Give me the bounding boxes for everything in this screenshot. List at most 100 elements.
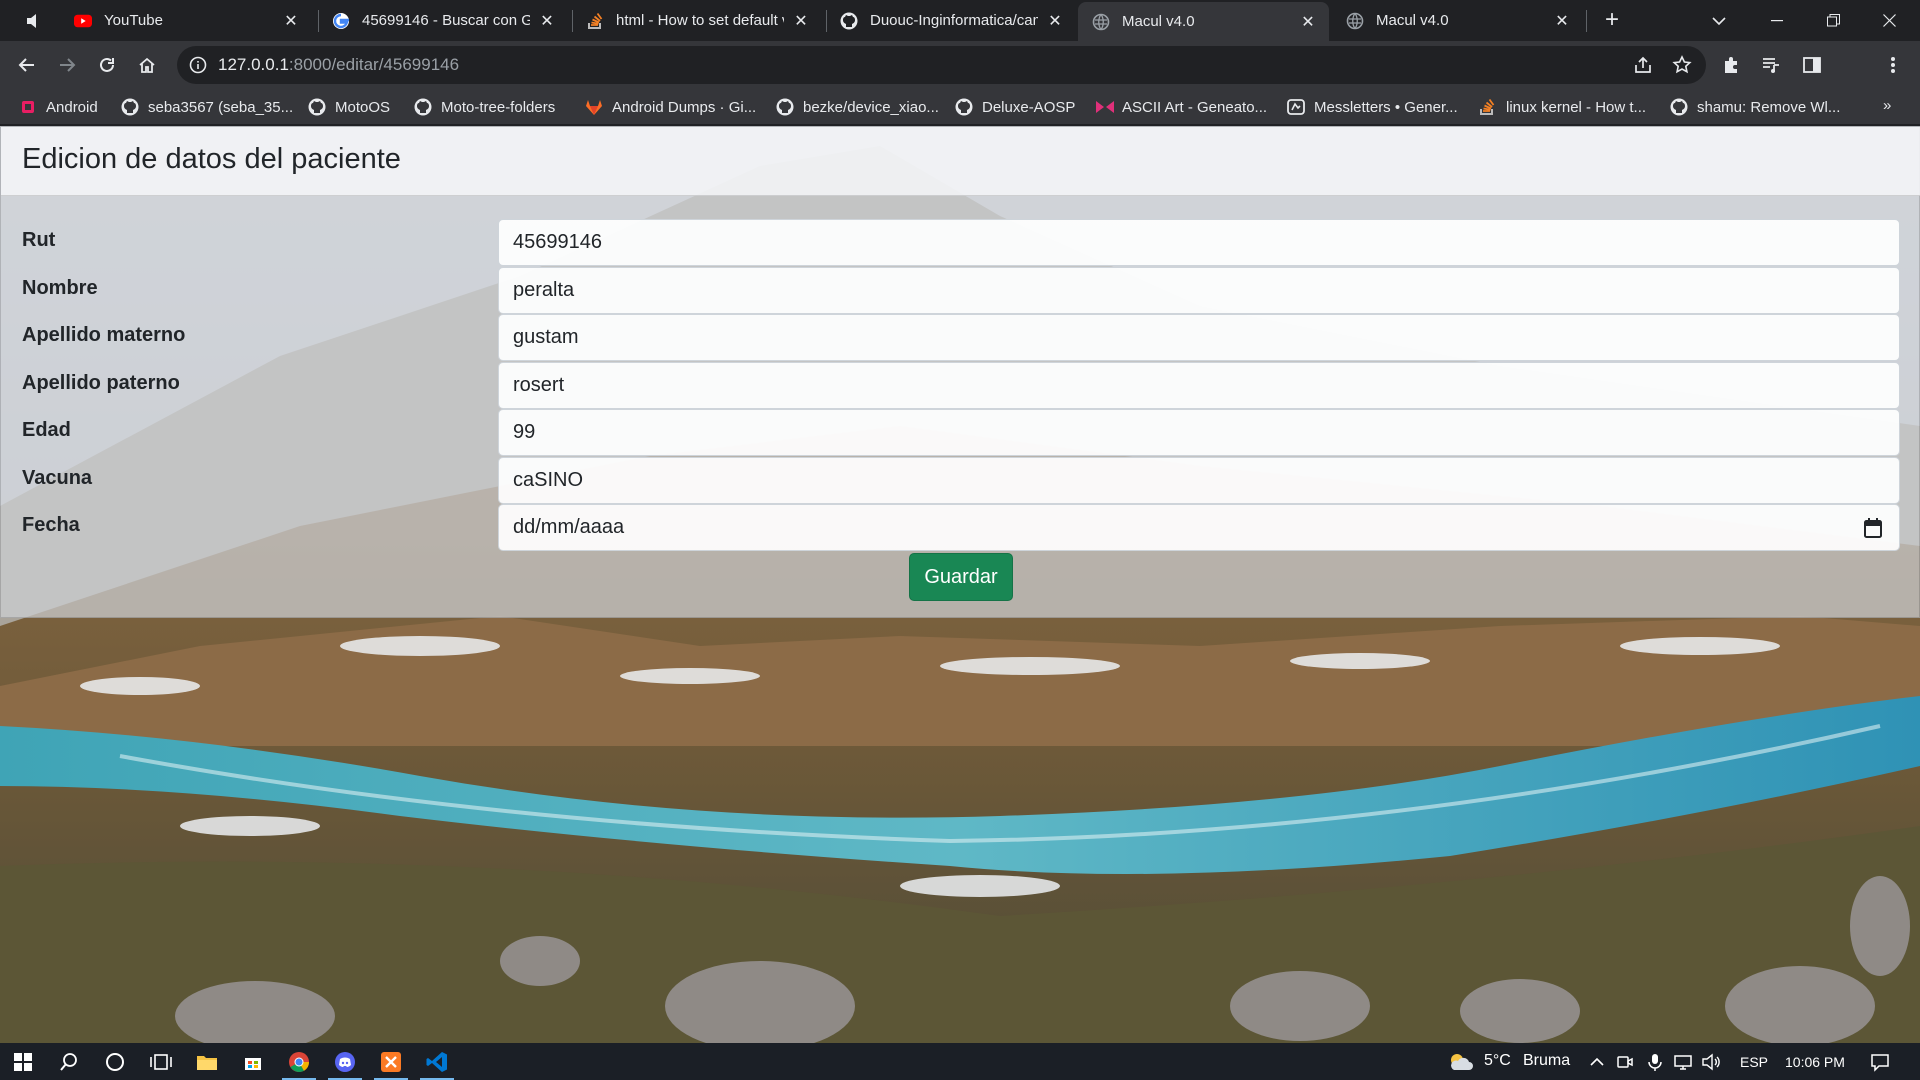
edad-label: Edad xyxy=(22,419,71,441)
microsoft-store-icon[interactable] xyxy=(230,1043,276,1080)
microphone-icon[interactable] xyxy=(1645,1052,1665,1072)
minimize-window-button[interactable] xyxy=(1749,0,1805,41)
close-tab-icon[interactable]: ✕ xyxy=(1046,12,1064,30)
close-tab-icon[interactable]: ✕ xyxy=(538,12,556,30)
nombre-input[interactable]: peralta xyxy=(498,267,1900,314)
bookmark-star-icon[interactable] xyxy=(1672,55,1692,75)
task-view-icon[interactable] xyxy=(138,1043,184,1080)
bookmark-label: Android Dumps · Gi... xyxy=(612,98,757,116)
calendar-icon[interactable] xyxy=(1863,517,1883,539)
bookmark-seba3567[interactable]: seba3567 (seba_35... xyxy=(121,95,293,119)
discord-icon[interactable] xyxy=(322,1043,368,1080)
tab-title: YouTube xyxy=(104,12,163,29)
edit-patient-card: Edicion de datos del paciente Rut 456991… xyxy=(0,126,1920,618)
tab-github-duouc[interactable]: Duouc-Inginformatica/campus ✕ xyxy=(826,0,1076,41)
windows-start-icon[interactable] xyxy=(0,1043,46,1080)
speaker-icon[interactable] xyxy=(24,11,44,31)
media-queue-icon[interactable] xyxy=(1759,53,1783,77)
tab-separator xyxy=(1586,10,1587,32)
bookmark-label: Messletters • Gener... xyxy=(1314,98,1458,116)
tab-youtube[interactable]: YouTube ✕ xyxy=(60,0,312,41)
bookmark-android-dumps[interactable]: Android Dumps · Gi... xyxy=(585,95,756,119)
tab-stackoverflow[interactable]: html - How to set default value ✕ xyxy=(572,0,822,41)
vacuna-label: Vacuna xyxy=(22,467,93,489)
close-tab-icon[interactable]: ✕ xyxy=(1299,13,1317,31)
nombre-label: Nombre xyxy=(22,277,98,299)
search-icon[interactable] xyxy=(46,1043,92,1080)
bookmarks-overflow-button[interactable]: » xyxy=(1883,97,1891,114)
bookmark-moto-tree-folders[interactable]: Moto-tree-folders xyxy=(414,95,555,119)
save-button[interactable]: Guardar xyxy=(909,553,1013,601)
site-info-icon[interactable] xyxy=(189,56,207,74)
weather-temperature[interactable]: 5°C xyxy=(1484,1052,1511,1070)
reload-button[interactable] xyxy=(91,49,123,81)
apellido-materno-label: Apellido materno xyxy=(22,324,186,346)
show-hidden-icons-chevron-icon[interactable] xyxy=(1587,1052,1607,1072)
apellido-paterno-input[interactable]: rosert xyxy=(498,362,1900,409)
form-row-apellido-materno: Apellido materno gustam xyxy=(1,314,1920,361)
fecha-label: Fecha xyxy=(22,514,80,536)
tab-title: 45699146 - Buscar con Google xyxy=(362,12,530,29)
cortana-icon[interactable] xyxy=(92,1043,138,1080)
back-button[interactable] xyxy=(11,49,43,81)
bookmark-android[interactable]: Android xyxy=(19,95,98,119)
chrome-icon[interactable] xyxy=(276,1043,322,1080)
share-icon[interactable] xyxy=(1633,55,1653,75)
url-text[interactable]: 127.0.0.1:8000/editar/45699146 xyxy=(218,55,459,75)
rut-label: Rut xyxy=(22,229,56,251)
clock-time[interactable]: 10:06 PM xyxy=(1785,1054,1845,1070)
bookmark-label: Moto-tree-folders xyxy=(441,98,556,116)
vacuna-input[interactable]: caSINO xyxy=(498,457,1900,504)
tab-macul[interactable]: Macul v4.0 ✕ xyxy=(1332,0,1583,41)
url-path: :8000/editar/45699146 xyxy=(288,55,460,74)
windows-taskbar: 5°C Bruma ESP 10:06 PM xyxy=(0,1043,1920,1080)
github-icon xyxy=(414,98,432,116)
github-icon xyxy=(840,12,858,30)
tab-macul-active[interactable]: Macul v4.0 ✕ xyxy=(1078,2,1329,41)
chrome-menu-icon[interactable] xyxy=(1881,53,1905,77)
bookmarks-bar: Android seba3567 (seba_35... MotoOS Moto… xyxy=(0,89,1920,125)
bookmark-motoos[interactable]: MotoOS xyxy=(308,95,390,119)
address-bar[interactable]: 127.0.0.1:8000/editar/45699146 xyxy=(177,46,1706,84)
notifications-icon[interactable] xyxy=(1870,1052,1890,1072)
edad-input[interactable]: 99 xyxy=(498,409,1900,456)
android-icon xyxy=(19,98,37,116)
restore-window-button[interactable] xyxy=(1805,0,1861,41)
github-icon xyxy=(776,98,794,116)
volume-icon[interactable] xyxy=(1701,1052,1721,1072)
tab-google-search[interactable]: 45699146 - Buscar con Google ✕ xyxy=(318,0,568,41)
bookmark-bezke[interactable]: bezke/device_xiao... xyxy=(776,95,939,119)
bookmark-label: linux kernel - How t... xyxy=(1506,98,1647,116)
tab-search-chevron-icon[interactable] xyxy=(1691,0,1747,41)
side-panel-icon[interactable] xyxy=(1800,53,1824,77)
home-button[interactable] xyxy=(131,49,163,81)
rut-input[interactable]: 45699146 xyxy=(498,219,1900,266)
close-tab-icon[interactable]: ✕ xyxy=(1553,12,1571,30)
tab-title: Macul v4.0 xyxy=(1122,13,1195,30)
close-window-button[interactable] xyxy=(1861,0,1917,41)
close-tab-icon[interactable]: ✕ xyxy=(282,12,300,30)
weather-description[interactable]: Bruma xyxy=(1523,1052,1570,1070)
messletters-icon xyxy=(1287,98,1305,116)
forward-button[interactable] xyxy=(51,49,83,81)
bookmark-linux-kernel[interactable]: linux kernel - How t... xyxy=(1479,95,1646,119)
bookmark-shamu[interactable]: shamu: Remove Wl... xyxy=(1670,95,1840,119)
weather-cloudy-night-icon[interactable] xyxy=(1448,1052,1474,1072)
apellido-materno-input[interactable]: gustam xyxy=(498,314,1900,361)
network-icon[interactable] xyxy=(1673,1052,1693,1072)
url-host: 127.0.0.1 xyxy=(218,55,289,74)
meet-now-icon[interactable] xyxy=(1615,1052,1635,1072)
fecha-date-input[interactable]: dd/mm/aaaa xyxy=(498,504,1900,551)
bookmark-deluxe-aosp[interactable]: Deluxe-AOSP xyxy=(955,95,1075,119)
bookmark-messletters[interactable]: Messletters • Gener... xyxy=(1287,95,1458,119)
new-tab-button[interactable]: + xyxy=(1599,8,1625,34)
extensions-puzzle-icon[interactable] xyxy=(1719,53,1743,77)
vscode-icon[interactable] xyxy=(414,1043,460,1080)
xampp-icon[interactable] xyxy=(368,1043,414,1080)
bookmark-ascii-art[interactable]: ASCII Art - Geneato... xyxy=(1095,95,1267,119)
input-language[interactable]: ESP xyxy=(1740,1054,1768,1070)
file-explorer-icon[interactable] xyxy=(184,1043,230,1080)
bookmark-label: seba3567 (seba_35... xyxy=(148,98,294,116)
tab-title: Duouc-Inginformatica/campus xyxy=(870,12,1038,29)
close-tab-icon[interactable]: ✕ xyxy=(792,12,810,30)
